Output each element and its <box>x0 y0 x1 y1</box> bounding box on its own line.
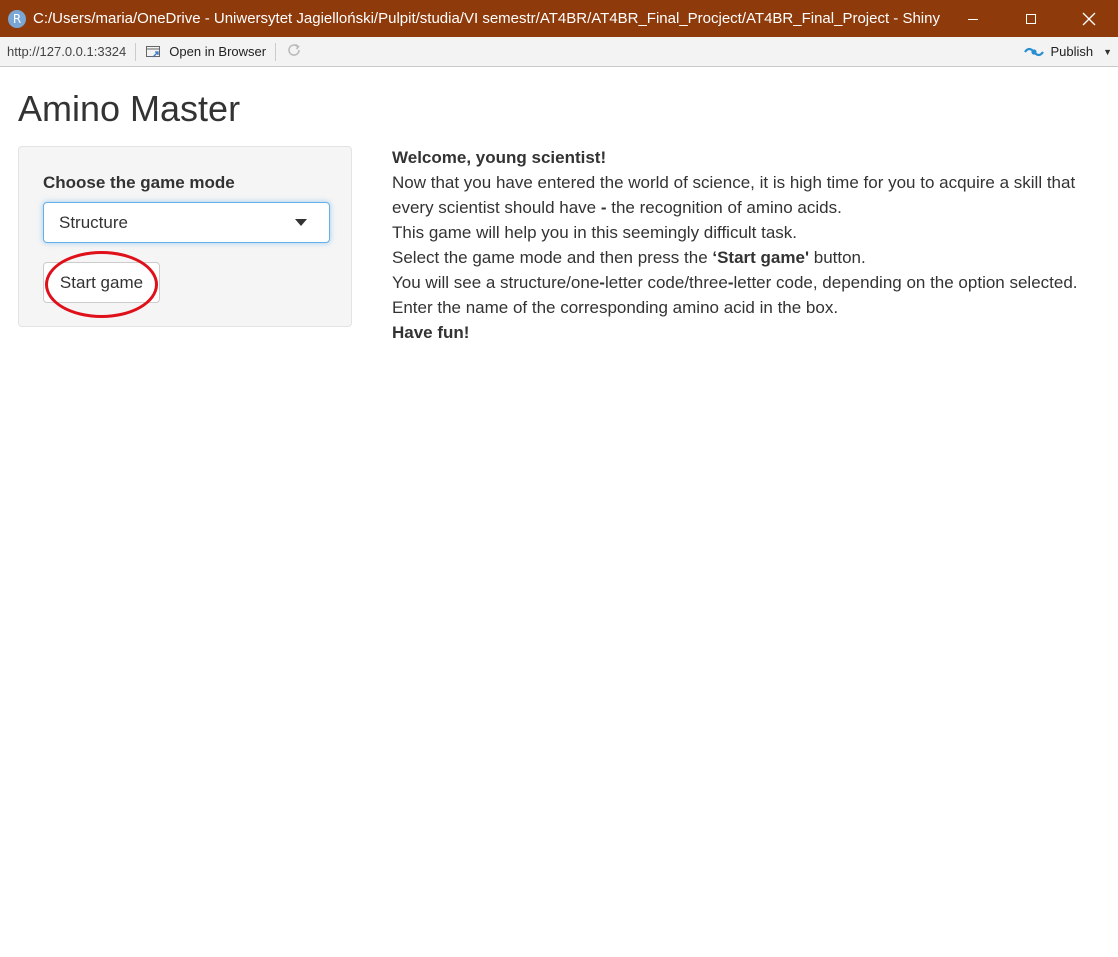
game-mode-select[interactable]: Structure <box>43 202 330 243</box>
intro-paragraph: Now that you have entered the world of s… <box>392 170 1107 220</box>
modes-text-2: letter code/three <box>604 273 728 292</box>
close-icon[interactable] <box>1060 0 1118 37</box>
toolbar-separator <box>135 42 137 61</box>
answer-instruction: Enter the name of the corresponding amin… <box>392 298 839 317</box>
game-mode-label: Choose the game mode <box>43 173 235 192</box>
publish-button[interactable]: Publish ▼ <box>1023 44 1112 60</box>
modes-line: You will see a structure/one-letter code… <box>392 270 1107 295</box>
toolbar-separator-2 <box>275 42 277 61</box>
refresh-icon[interactable] <box>285 41 303 62</box>
closing-line: Have fun! <box>392 323 470 342</box>
maximize-icon[interactable] <box>1002 0 1060 37</box>
publish-icon <box>1024 47 1045 56</box>
window-controls <box>944 0 1118 37</box>
start-game-button[interactable]: Start game <box>43 262 160 303</box>
instructions-bold: ‘Start game' <box>712 248 810 267</box>
minimize-icon[interactable] <box>944 0 1002 37</box>
welcome-heading: Welcome, young scientist! <box>392 148 607 167</box>
instructions-text-1: Select the game mode and then press the <box>392 248 713 267</box>
open-in-browser-label: Open in Browser <box>169 44 267 59</box>
open-browser-icon <box>146 45 161 57</box>
rstudio-app-icon: R <box>8 9 26 28</box>
modes-text-3: letter code, depending on the option sel… <box>733 273 1078 292</box>
window-title: C:/Users/maria/OneDrive - Uniwersytet Ja… <box>33 10 940 27</box>
publish-label: Publish <box>1050 44 1094 59</box>
sidebar-panel: Choose the game mode Structure Start gam… <box>18 146 352 327</box>
url-display: http://127.0.0.1:3324 <box>7 44 127 59</box>
welcome-text: Welcome, young scientist! Now that you h… <box>392 145 1107 345</box>
help-line: This game will help you in this seemingl… <box>392 223 798 242</box>
viewer-toolbar: http://127.0.0.1:3324 Open in Browser Pu… <box>0 37 1118 67</box>
instructions-text-2: button. <box>809 248 866 267</box>
caret-down-icon <box>295 219 307 226</box>
open-in-browser-button[interactable]: Open in Browser <box>145 44 266 59</box>
game-mode-selected-value: Structure <box>59 212 128 232</box>
chevron-down-icon[interactable]: ▼ <box>1103 47 1112 57</box>
modes-text-1: You will see a structure/one <box>392 273 600 292</box>
intro-text-2: the recognition of amino acids. <box>606 198 842 217</box>
instructions-line: Select the game mode and then press the … <box>392 245 1107 270</box>
window-titlebar: R C:/Users/maria/OneDrive - Uniwersytet … <box>0 0 1118 37</box>
page-title: Amino Master <box>18 88 241 129</box>
